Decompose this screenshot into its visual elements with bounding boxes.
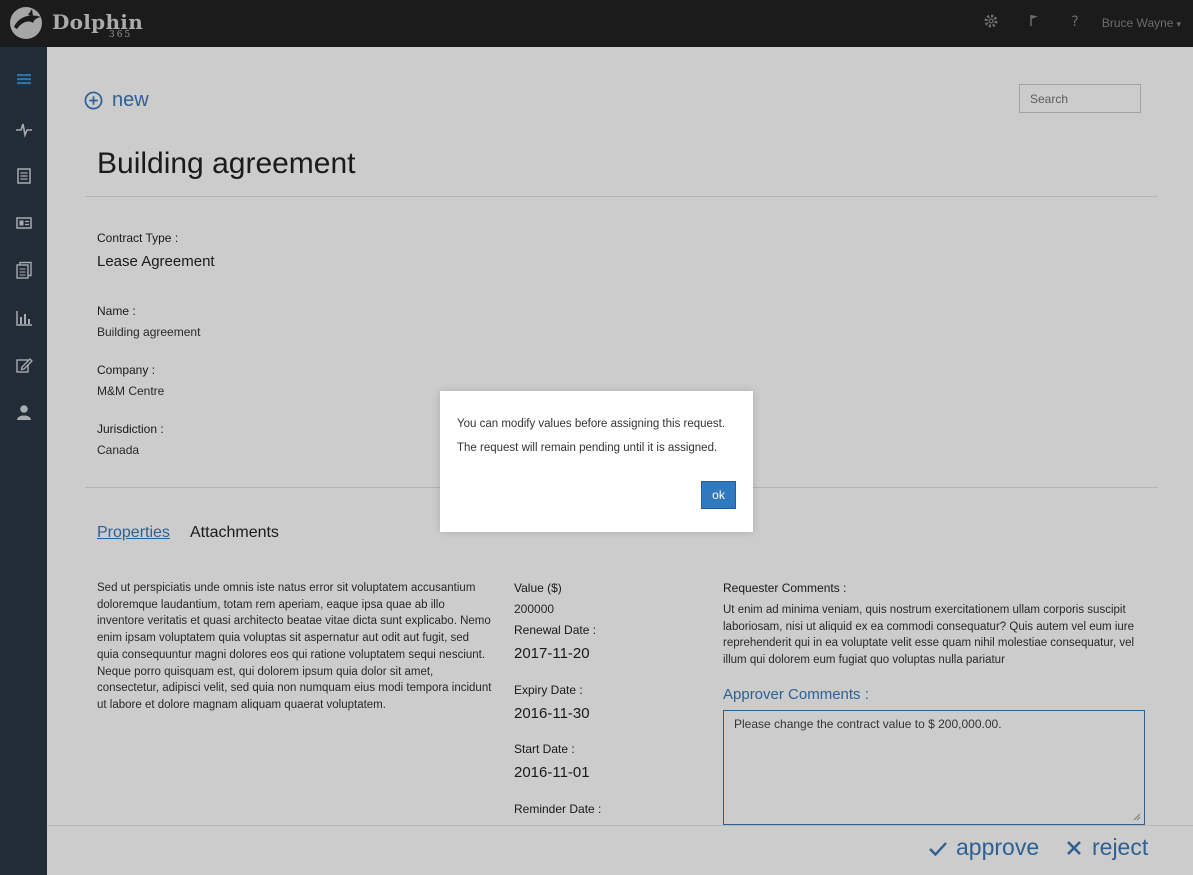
- dialog-message-line-2: The request will remain pending until it…: [457, 442, 718, 454]
- ok-button[interactable]: ok: [701, 481, 736, 509]
- dialog-message-line-1: You can modify values before assigning t…: [457, 418, 726, 430]
- info-dialog: You can modify values before assigning t…: [440, 391, 753, 532]
